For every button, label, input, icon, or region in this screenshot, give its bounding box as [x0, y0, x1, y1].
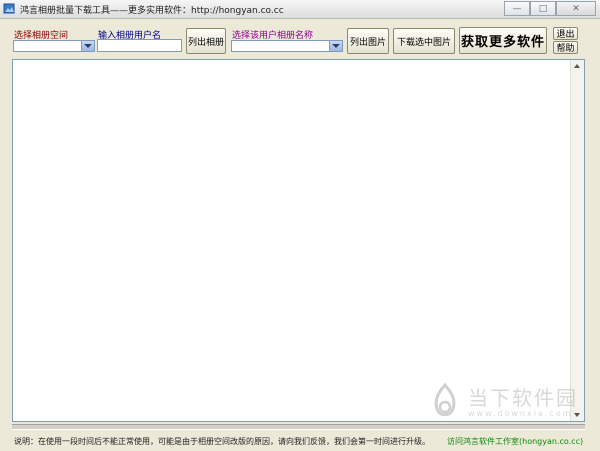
vertical-scrollbar[interactable]	[570, 60, 584, 421]
status-note: 说明：在使用一段时间后不能正常使用，可能是由于相册空间改版的原因，请向我们反馈，…	[14, 437, 430, 446]
help-button[interactable]: 帮助	[553, 41, 578, 54]
exit-button[interactable]: 退出	[553, 27, 578, 40]
image-list-area[interactable]	[12, 59, 585, 422]
chevron-down-icon	[332, 44, 340, 48]
scroll-up-icon[interactable]	[574, 64, 580, 68]
list-images-button[interactable]: 列出图片	[347, 28, 389, 54]
restore-button[interactable]: □	[530, 1, 556, 16]
chevron-down-icon	[84, 44, 92, 48]
progress-bar	[12, 424, 585, 430]
watermark-url: www.downxia.com	[468, 408, 573, 418]
watermark: 当下软件园 www.downxia.com	[428, 383, 578, 421]
minimize-button[interactable]: —	[504, 1, 530, 16]
title-bar: 鸿言相册批量下载工具——更多实用软件：http://hongyan.co.cc …	[0, 0, 600, 19]
window-title: 鸿言相册批量下载工具——更多实用软件：http://hongyan.co.cc	[20, 6, 284, 16]
dropdown-arrow[interactable]	[81, 41, 94, 51]
user-album-select[interactable]	[231, 40, 343, 52]
studio-link[interactable]: 访问鸿言软件工作室(hongyan.co.cc)	[447, 436, 583, 447]
list-albums-button[interactable]: 列出相册	[186, 28, 226, 54]
dropdown-arrow[interactable]	[329, 41, 342, 51]
watermark-logo-icon	[434, 383, 456, 417]
close-button[interactable]: ✕	[556, 1, 596, 16]
window-controls: — □ ✕	[504, 1, 596, 16]
username-input[interactable]	[97, 39, 182, 52]
app-icon	[3, 3, 15, 14]
get-more-software-button[interactable]: 获取更多软件	[459, 27, 547, 54]
album-space-select[interactable]	[13, 40, 95, 52]
download-selected-button[interactable]: 下载选中图片	[393, 28, 455, 54]
watermark-name: 当下软件园	[468, 385, 578, 410]
